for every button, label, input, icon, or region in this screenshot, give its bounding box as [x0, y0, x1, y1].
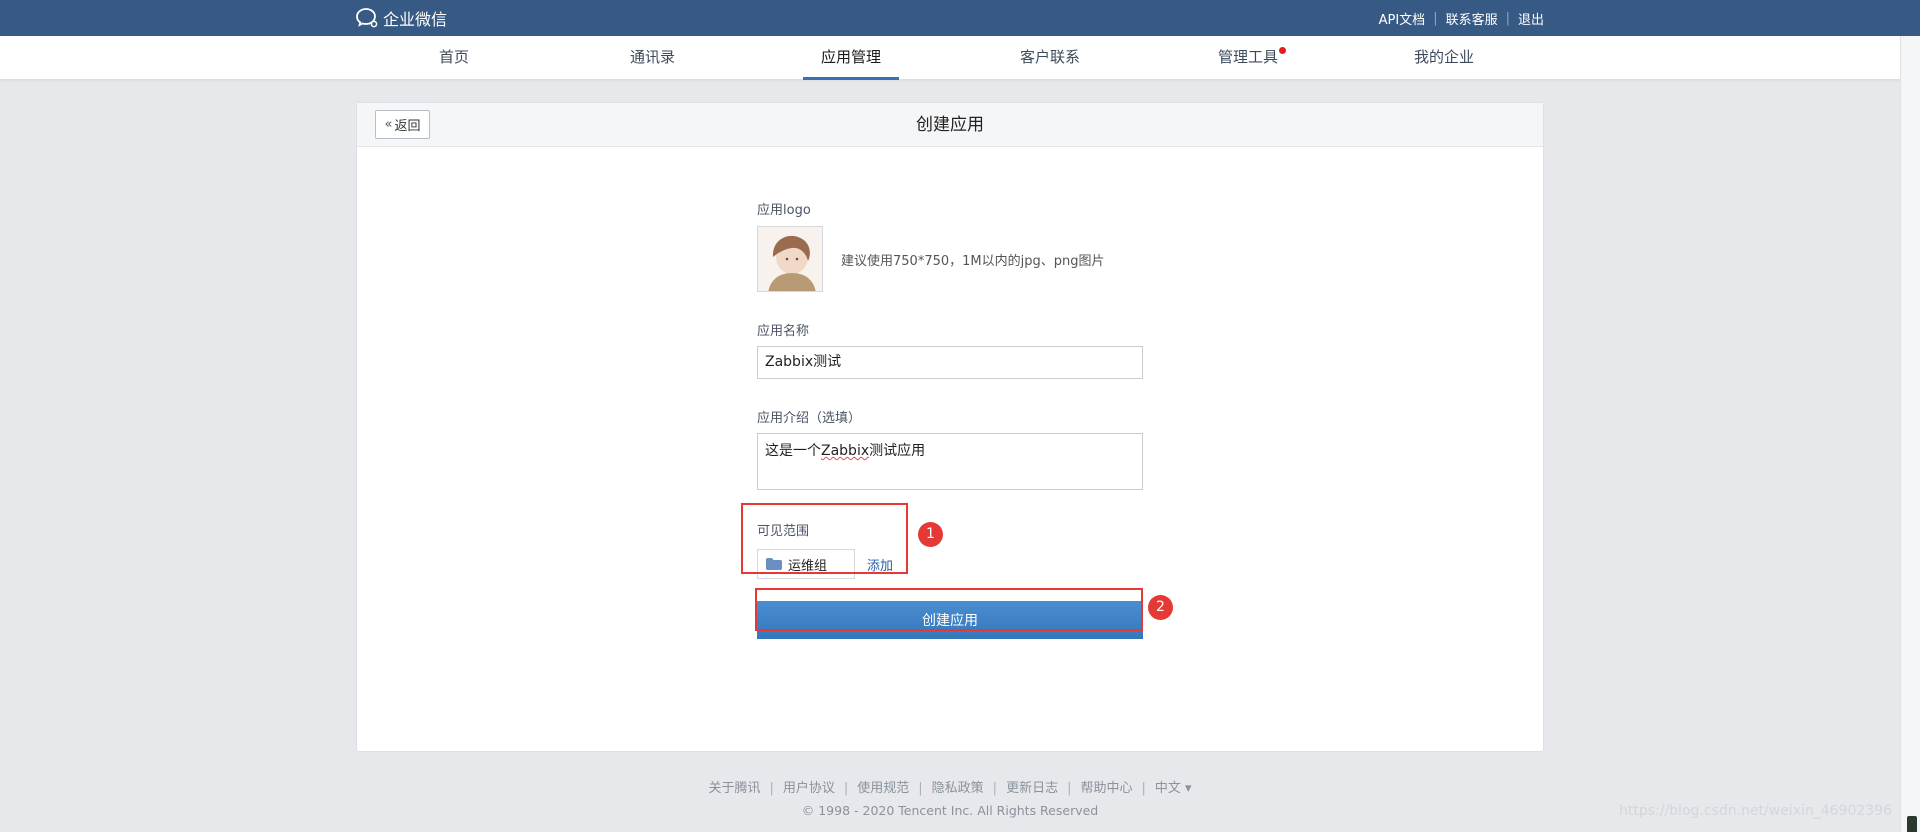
divider: | — [918, 781, 923, 796]
footer: 关于腾讯 | 用户协议 | 使用规范 | 隐私政策 | 更新日志 | 帮助中心 | 中文 ▾ © 199… — [0, 777, 1900, 818]
top-links: API文档 | 联系客服 | 退出 — [1379, 9, 1544, 28]
divider: | — [1067, 781, 1072, 796]
divider: | — [1433, 11, 1438, 26]
footer-link-usage-rules[interactable]: 使用规范 — [857, 781, 909, 796]
footer-link-privacy[interactable]: 隐私政策 — [932, 781, 984, 796]
main-nav: 首页 通讯录 应用管理 客户联系 管理工具 我的企业 — [0, 36, 1900, 80]
footer-link-changelog[interactable]: 更新日志 — [1006, 781, 1058, 796]
intro-text-underlined: Zabbix — [821, 443, 870, 459]
nav-contacts[interactable]: 通讯录 — [620, 36, 685, 80]
footer-link-agreement[interactable]: 用户协议 — [783, 781, 835, 796]
brand-logo[interactable]: 企业微信 — [355, 7, 448, 29]
panel-header: « 返回 创建应用 — [357, 103, 1543, 147]
watermark: https://blog.csdn.net/weixin_46902396 — [1618, 803, 1892, 819]
nav-my-enterprise[interactable]: 我的企业 — [1404, 36, 1484, 80]
annotation-box-create — [755, 588, 1143, 631]
nav-management-tools[interactable]: 管理工具 — [1208, 36, 1288, 80]
annotation-box-scope — [741, 503, 908, 574]
footer-link-about[interactable]: 关于腾讯 — [708, 781, 760, 796]
api-docs-link[interactable]: API文档 — [1379, 9, 1426, 28]
scrollbar-thumb[interactable] — [1907, 816, 1917, 832]
logo-hint: 建议使用750*750，1M以内的jpg、png图片 — [841, 253, 1105, 269]
app-intro-label: 应用介绍（选填） — [757, 411, 862, 426]
footer-link-help[interactable]: 帮助中心 — [1080, 781, 1132, 796]
divider: | — [1141, 781, 1146, 796]
brand-name: 企业微信 — [383, 10, 448, 29]
logout-link[interactable]: 退出 — [1518, 9, 1544, 28]
notification-dot — [1279, 47, 1286, 54]
logo-row: 建议使用750*750，1M以内的jpg、png图片 — [757, 226, 1143, 292]
app-intro-textarea[interactable]: 这是一个Zabbix测试应用 — [757, 433, 1143, 490]
create-app-panel: « 返回 创建应用 应用logo 建议使用750*750，1M以内的jpg、pn… — [356, 102, 1544, 752]
divider: | — [992, 781, 998, 796]
divider: | — [769, 781, 774, 796]
nav-customer-contact[interactable]: 客户联系 — [1010, 36, 1090, 80]
language-select[interactable]: 中文 ▾ — [1155, 781, 1192, 796]
intro-text-suffix: 测试应用 — [869, 443, 926, 459]
annotation-badge-2: 2 — [1148, 595, 1173, 620]
page-scrollbar[interactable] — [1900, 36, 1920, 832]
copyright: © 1998 - 2020 Tencent Inc. All Rights Re… — [801, 803, 1099, 818]
logo-label: 应用logo — [757, 203, 811, 218]
divider: | — [843, 781, 849, 796]
app-logo-upload[interactable] — [757, 226, 823, 292]
nav-home[interactable]: 首页 — [424, 36, 484, 80]
contact-support-link[interactable]: 联系客服 — [1446, 9, 1498, 28]
nav-app-management[interactable]: 应用管理 — [803, 36, 899, 80]
logo-avatar-image — [758, 227, 822, 291]
page-title: 创建应用 — [916, 115, 984, 135]
app-name-input[interactable]: Zabbix测试 — [757, 346, 1143, 379]
app-name-label: 应用名称 — [757, 324, 810, 339]
intro-text-prefix: 这是一个 — [765, 443, 821, 459]
divider: | — [1505, 11, 1510, 26]
annotation-badge-1: 1 — [918, 522, 943, 547]
wecom-logo-icon — [355, 7, 379, 29]
top-bar: 企业微信 API文档 | 联系客服 | 退出 — [0, 0, 1920, 36]
footer-links: 关于腾讯 | 用户协议 | 使用规范 | 隐私政策 | 更新日志 | 帮助中心 | 中文 ▾ — [0, 777, 1900, 796]
